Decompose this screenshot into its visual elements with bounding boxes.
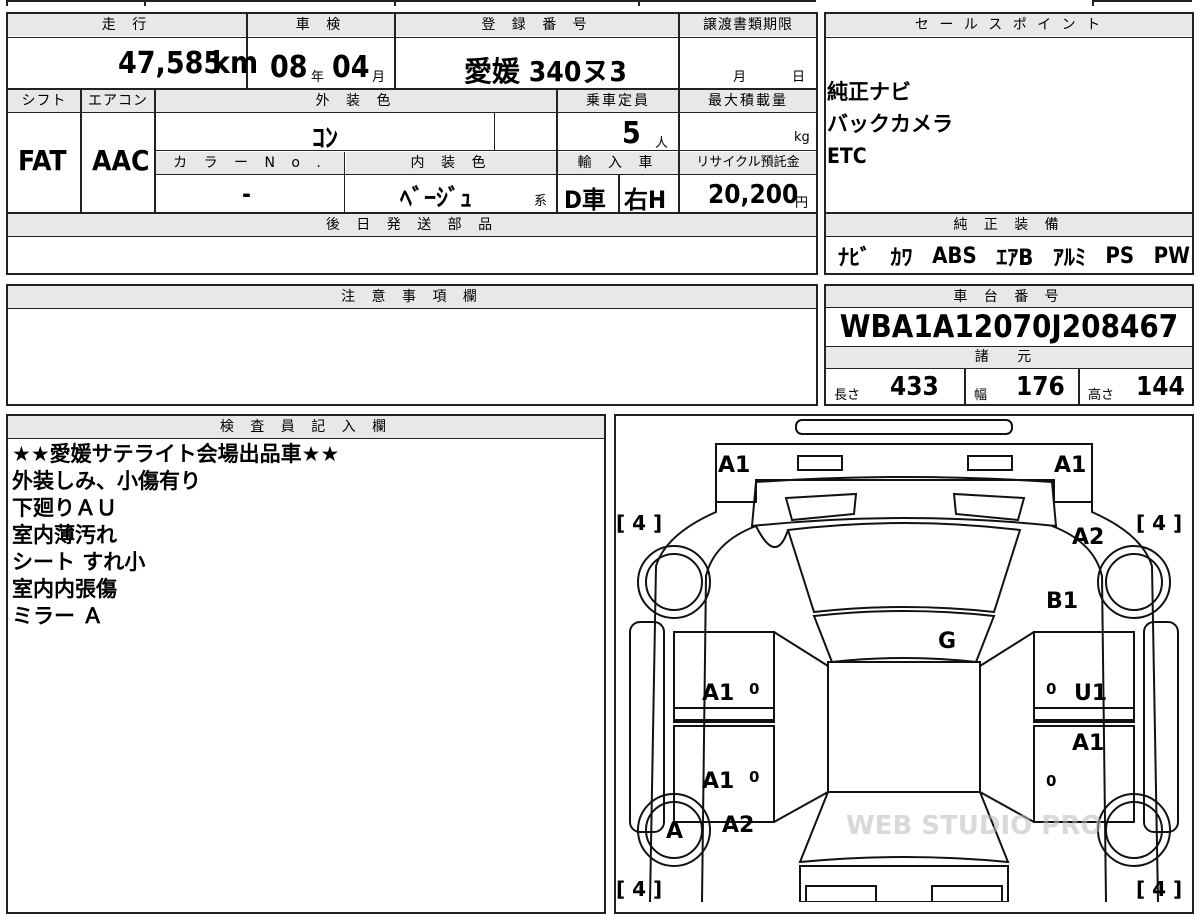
import-type: D車 <box>564 186 606 214</box>
sales-point-3: ETC <box>827 144 867 168</box>
damage-left-quarter: A2 <box>722 813 754 838</box>
height-value: 144 <box>1136 372 1185 402</box>
capacity-value: 5 <box>622 116 641 151</box>
door-mark-left-rear: 0 <box>749 768 759 786</box>
registration-header: 登 録 番 号 <box>396 14 678 36</box>
handle-position: 右H <box>624 186 667 214</box>
length-value: 433 <box>890 372 939 402</box>
shift-header: シフト <box>8 90 80 112</box>
inspection-year: 08 <box>270 50 308 85</box>
interior-color-value: ﾍﾞｰｼﾞｭ <box>400 184 472 212</box>
color-no-value: - <box>242 180 251 208</box>
mileage-header: 走 行 <box>8 14 246 36</box>
standard-equipment-list: ﾅﾋﾞ ｶﾜ ABS ｴｱB ｱﾙﾐ PS PW <box>838 238 1190 274</box>
year-unit: 年 <box>311 70 325 85</box>
capacity-unit: 人 <box>655 136 669 151</box>
width-label: 幅 <box>974 388 988 403</box>
tire-tread-front-right: [ 4 ] <box>1136 511 1182 535</box>
inspector-note: ★★愛媛サテライト会場出品車★★ <box>12 442 340 466</box>
recycle-header: リサイクル預託金 <box>680 152 816 174</box>
inspector-notes: ★★愛媛サテライト会場出品車★★ 外装しみ、小傷有り 下廻りＡＵ 室内薄汚れ シ… <box>12 441 339 630</box>
inspector-note: ミラー Ａ <box>12 604 104 628</box>
sales-point-1: 純正ナビ <box>827 80 911 104</box>
damage-front-left: A1 <box>718 453 750 478</box>
damage-left-rear-door: A1 <box>702 769 734 794</box>
max-load-header: 最大積載量 <box>680 90 816 112</box>
height-label: 高さ <box>1088 388 1115 403</box>
equipment-airbag: ｴｱB <box>996 246 1034 271</box>
damage-right-front-door: U1 <box>1074 681 1107 706</box>
width-value: 176 <box>1016 372 1065 402</box>
mileage-unit: km <box>212 46 259 81</box>
length-label: 長さ <box>834 388 861 403</box>
later-parts-header: 後 日 発 送 部 品 <box>8 214 816 236</box>
deadline-month: 月 <box>733 70 747 85</box>
inspection-month: 04 <box>332 50 370 85</box>
inspector-note: 室内内張傷 <box>12 577 117 601</box>
inspector-note: 外装しみ、小傷有り <box>12 469 201 493</box>
damage-front-right: A1 <box>1054 453 1086 478</box>
aircon-value: AAC <box>92 144 150 177</box>
recycle-value: 20,200 <box>708 180 799 210</box>
shift-value: FAT <box>18 144 67 177</box>
equipment-pw: PW <box>1153 243 1190 269</box>
tire-tread-rear-left: [ 4 ] <box>616 877 662 901</box>
inspector-header: 検 査 員 記 入 欄 <box>8 416 604 438</box>
damage-windshield: G <box>938 629 956 654</box>
import-header: 輸 入 車 <box>558 152 678 174</box>
equipment-ps: PS <box>1105 243 1135 269</box>
exterior-color-header: 外 装 色 <box>156 90 556 112</box>
equipment-alloy: ｱﾙﾐ <box>1052 246 1086 271</box>
tire-tread-front-left: [ 4 ] <box>616 511 662 535</box>
chassis-header: 車 台 番 号 <box>826 286 1192 308</box>
recycle-unit: 円 <box>795 196 809 211</box>
max-load-unit: kg <box>794 130 810 145</box>
inspection-header: 車 検 <box>248 14 394 36</box>
transfer-deadline-header: 譲渡書類期限 <box>680 14 816 36</box>
specs-header: 諸 元 <box>826 347 1192 368</box>
damage-right-rear-door: A1 <box>1072 731 1104 756</box>
sales-point-2: バックカメラ <box>827 112 953 136</box>
inspector-note: 下廻りＡＵ <box>12 496 117 520</box>
interior-color-suffix: 系 <box>534 194 548 209</box>
color-no-header: カ ラ ー N o . <box>156 152 344 174</box>
standard-equipment-header: 純 正 装 備 <box>826 214 1192 236</box>
sales-point-header: セ ー ル ス ポ イ ン ト <box>826 14 1192 36</box>
damage-right-fender: A2 <box>1072 525 1104 550</box>
inspector-note: 室内薄汚れ <box>12 523 117 547</box>
notes-header: 注 意 事 項 欄 <box>8 286 816 308</box>
exterior-color-value: ｺﾝ <box>312 124 339 154</box>
top-strip-border <box>6 0 816 2</box>
equipment-navi: ﾅﾋﾞ <box>838 246 872 271</box>
aircon-header: エアコン <box>82 90 154 112</box>
car-diagram: A1 A1 [ 4 ] [ 4 ] A2 B1 G A1 U1 A1 A1 A … <box>616 419 1182 902</box>
door-mark-right-rear: 0 <box>1046 772 1056 790</box>
chassis-number: WBA1A12070J208467 <box>839 309 1179 345</box>
tire-tread-rear-right: [ 4 ] <box>1136 877 1182 901</box>
damage-left-front-door: A1 <box>702 681 734 706</box>
door-mark-right-front: 0 <box>1046 680 1056 698</box>
equipment-leather: ｶﾜ <box>890 246 913 271</box>
inspector-note: シート すれ小 <box>12 550 146 574</box>
damage-rear-left-wheel: A <box>666 819 683 844</box>
damage-right-fender-lower: B1 <box>1046 589 1078 614</box>
door-mark-left-front: 0 <box>749 680 759 698</box>
equipment-abs: ABS <box>932 243 977 269</box>
watermark: WEB STUDIO PRO <box>846 811 1102 841</box>
month-unit: 月 <box>372 70 386 85</box>
registration-number: 愛媛 340ヌ3 <box>464 55 627 88</box>
mileage-value: 47,585 <box>118 46 223 81</box>
capacity-header: 乗車定員 <box>558 90 678 112</box>
interior-color-header: 内 装 色 <box>346 152 556 174</box>
deadline-day: 日 <box>792 70 806 85</box>
